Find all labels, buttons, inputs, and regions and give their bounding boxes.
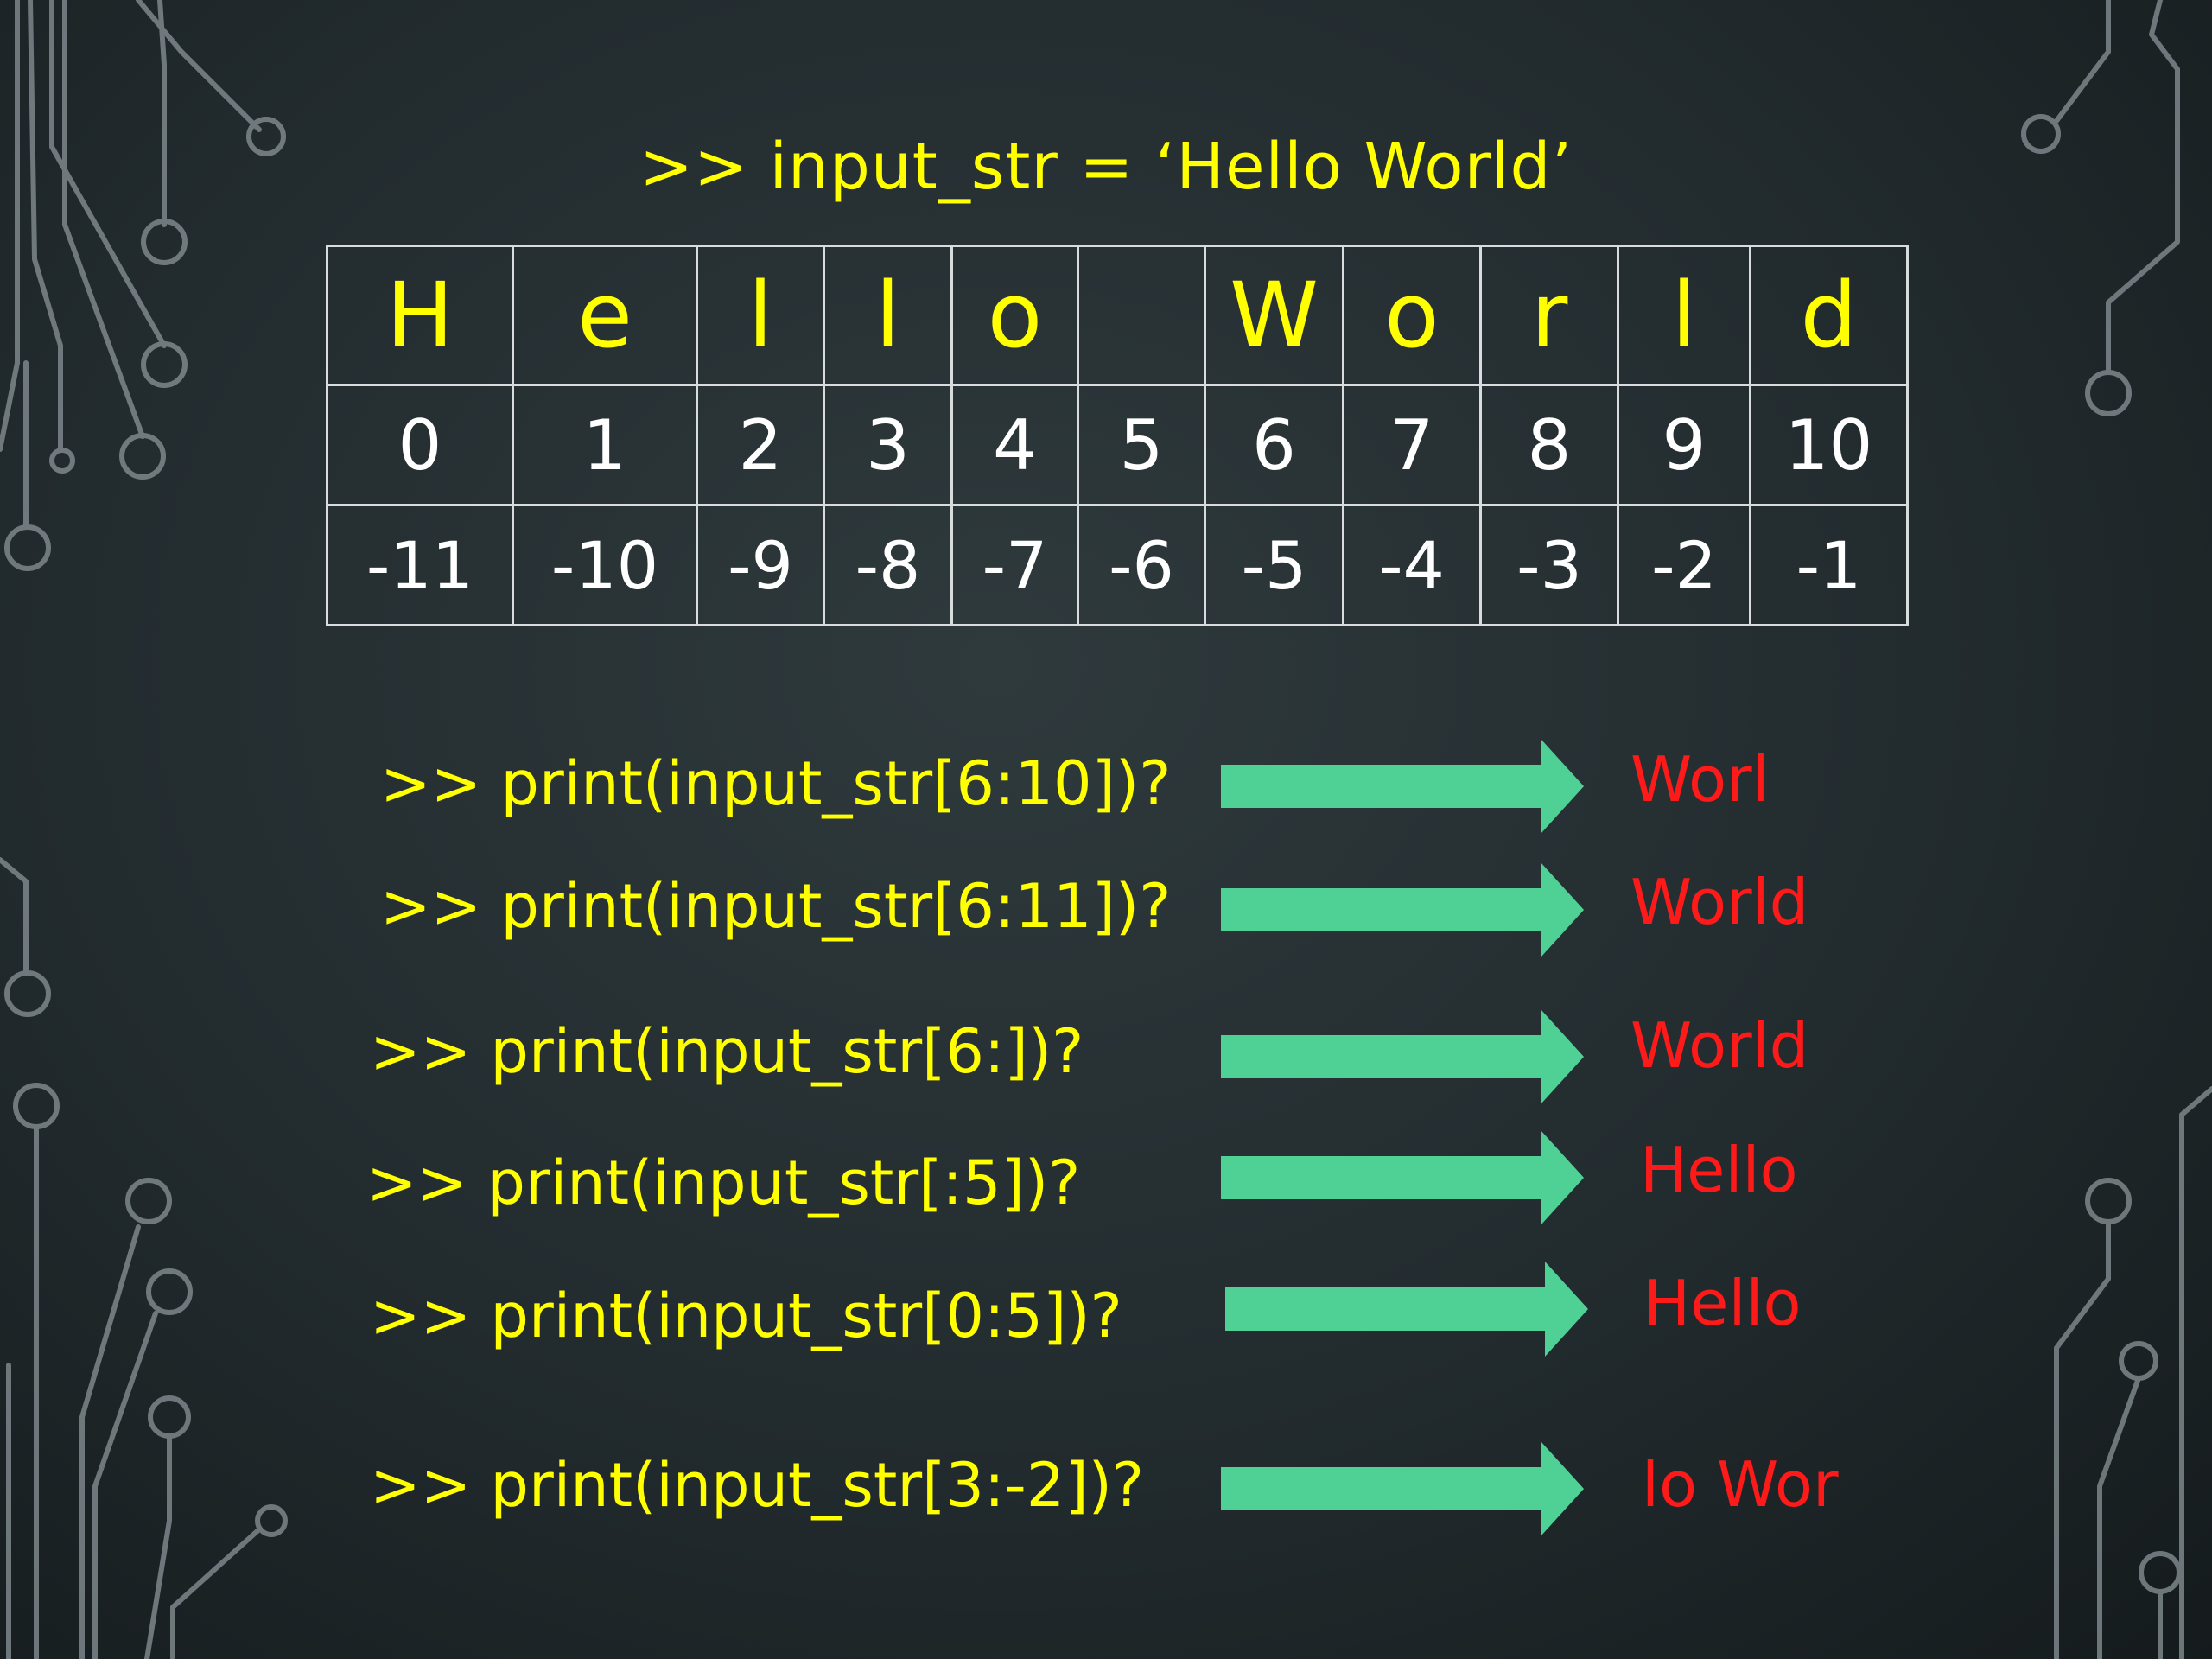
slice-answer: World [1630,866,1809,938]
negative-index-cell: -2 [1617,504,1751,626]
negative-index-cell: -10 [512,504,698,626]
slice-question: >> print(input_str[6:11])? [380,871,1172,942]
negative-index-cell: -1 [1749,504,1909,626]
positive-index-cell: 10 [1749,384,1909,506]
char-cell: H [326,245,514,386]
right-arrow-icon [1221,1009,1584,1104]
negative-index-cell: -7 [950,504,1079,626]
character-row: H e l l o W o r l d [326,245,1909,386]
right-arrow-icon [1221,739,1584,834]
positive-index-row: 0 1 2 3 4 5 6 7 8 9 10 [326,384,1909,506]
right-arrow-icon [1221,1130,1584,1225]
positive-index-cell: 3 [823,384,953,506]
char-cell: l [823,245,953,386]
slice-question: >> print(input_str[6:10])? [380,748,1172,819]
positive-index-cell: 8 [1479,384,1619,506]
slice-question: >> print(input_str[:5])? [366,1147,1081,1218]
string-index-table: H e l l o W o r l d 0 1 2 3 4 5 6 7 8 9 … [326,245,1909,626]
slice-answer: Worl [1630,743,1770,816]
positive-index-cell: 5 [1077,384,1206,506]
right-arrow-icon [1221,1441,1584,1536]
negative-index-cell: -4 [1342,504,1482,626]
negative-index-row: -11 -10 -9 -8 -7 -6 -5 -4 -3 -2 -1 [326,504,1909,626]
variable-assignment-heading: >> input_str = ‘Hello World’ [639,130,1573,204]
char-cell: r [1479,245,1619,386]
negative-index-cell: -11 [326,504,514,626]
positive-index-cell: 6 [1204,384,1344,506]
negative-index-cell: -9 [696,504,825,626]
slice-question: >> print(input_str[0:5])? [370,1281,1122,1351]
slice-question: >> print(input_str[6:])? [370,1016,1084,1087]
positive-index-cell: 4 [950,384,1079,506]
slice-answer: Hello [1640,1134,1798,1206]
char-cell: d [1749,245,1909,386]
string-index-table-container: H e l l o W o r l d 0 1 2 3 4 5 6 7 8 9 … [326,245,1909,626]
right-arrow-icon [1221,862,1584,957]
slice-answer: Hello [1643,1267,1802,1339]
char-cell [1077,245,1206,386]
slice-question: >> print(input_str[3:-2])? [370,1450,1145,1521]
positive-index-cell: 2 [696,384,825,506]
positive-index-cell: 7 [1342,384,1482,506]
char-cell: o [950,245,1079,386]
char-cell: o [1342,245,1482,386]
slice-answer: lo Wor [1642,1448,1839,1521]
char-cell: W [1204,245,1344,386]
positive-index-cell: 9 [1617,384,1751,506]
char-cell: l [1617,245,1751,386]
negative-index-cell: -5 [1204,504,1344,626]
negative-index-cell: -3 [1479,504,1619,626]
right-arrow-icon [1225,1262,1588,1357]
negative-index-cell: -8 [823,504,953,626]
char-cell: e [512,245,698,386]
char-cell: l [696,245,825,386]
negative-index-cell: -6 [1077,504,1206,626]
slice-answer: World [1630,1009,1809,1082]
positive-index-cell: 0 [326,384,514,506]
positive-index-cell: 1 [512,384,698,506]
